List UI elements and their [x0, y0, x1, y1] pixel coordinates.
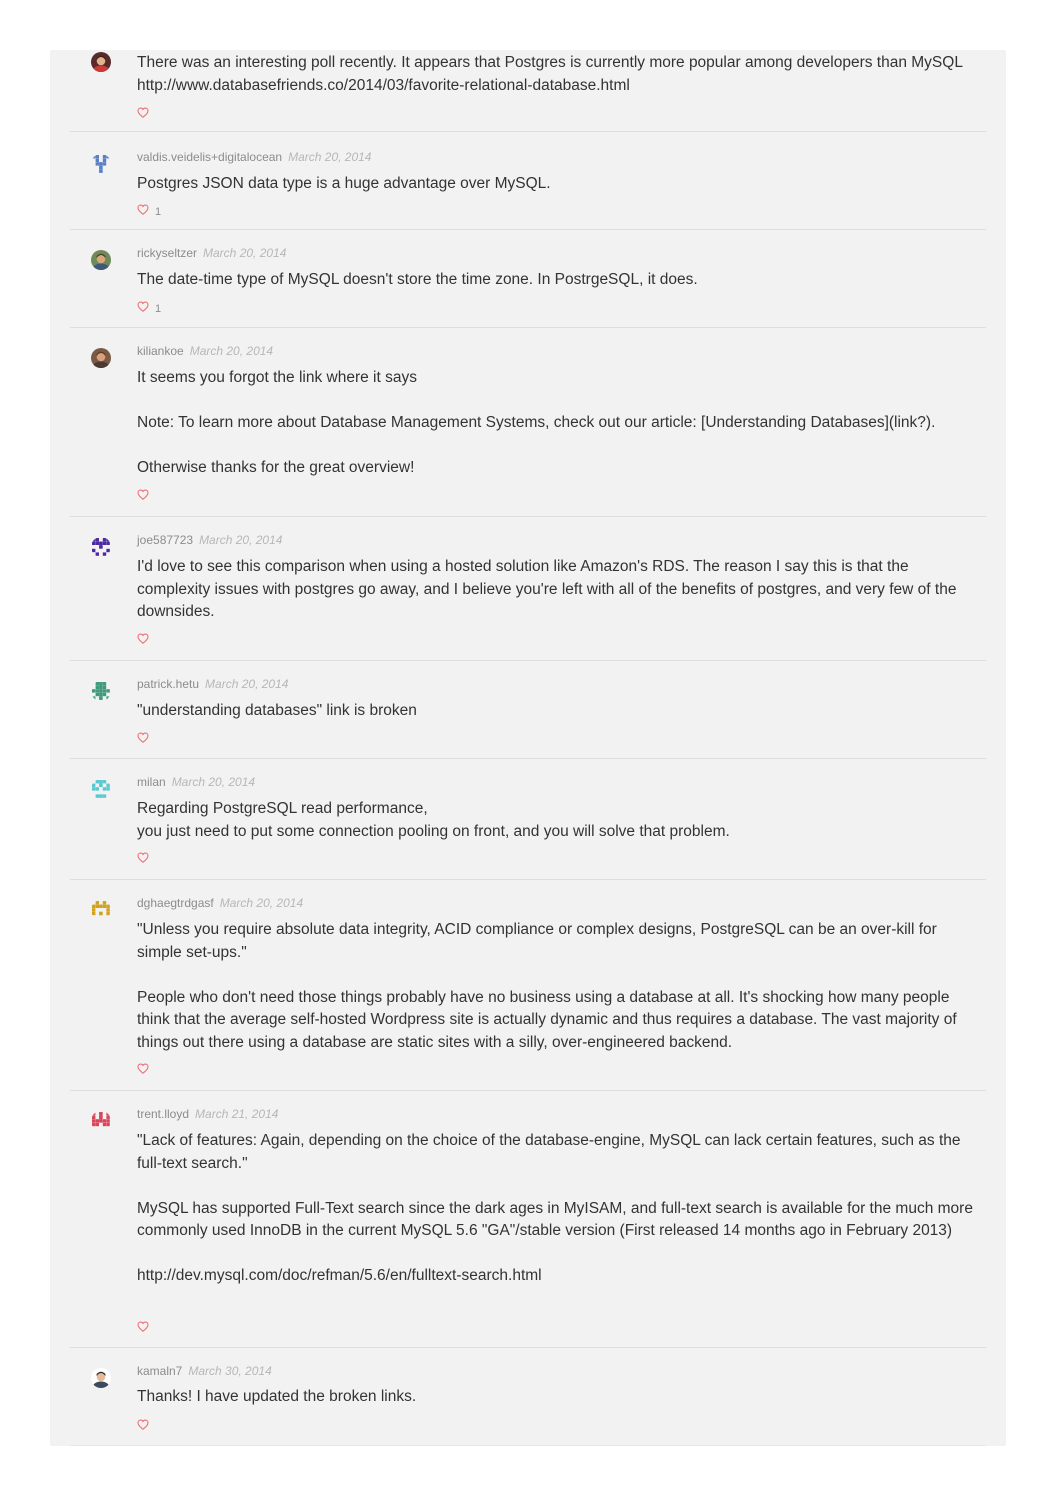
comment-paragraph: "Lack of features: Again, depending on t…	[137, 1132, 965, 1172]
comment-paragraph: Otherwise thanks for the great overview!	[137, 459, 415, 476]
comment-item: dghaegtrdgasf March 20, 2014 "Unless you r…	[70, 880, 986, 1091]
comment-item: kiliankoe March 20, 2014 It seems you forg…	[70, 328, 986, 517]
comment-meta: dghaegtrdgasf March 20, 2014	[137, 895, 303, 911]
like-button[interactable]	[137, 107, 149, 121]
comment-paragraph: "understanding databases" link is broken	[137, 702, 417, 719]
like-button[interactable]: 1	[137, 301, 161, 315]
comment-body: Thanks! I have updated the broken links.	[137, 1386, 977, 1409]
comment-item: milan March 20, 2014 Regarding PostgreSQL …	[70, 759, 986, 880]
comment-body: It seems you forgot the link where it sa…	[137, 367, 977, 480]
comment-author[interactable]: rickyseltzer	[137, 246, 197, 260]
comment-date[interactable]: March 20, 2014	[288, 150, 371, 164]
like-button[interactable]	[137, 1321, 149, 1335]
comment-item: There was an interesting poll recently. …	[70, 50, 986, 132]
photo-avatar-outdoor-icon[interactable]	[91, 250, 111, 270]
like-count: 1	[155, 302, 162, 315]
heart-icon[interactable]	[137, 1419, 149, 1434]
comment-paragraph: Note: To learn more about Database Manag…	[137, 414, 936, 431]
identicon-green-icon[interactable]	[91, 681, 111, 701]
comment-paragraph: Regarding PostgreSQL read performance, y…	[137, 800, 730, 840]
like-button[interactable]	[137, 1419, 149, 1433]
comment-date[interactable]: March 20, 2014	[190, 344, 273, 358]
comment-author[interactable]: milan	[137, 775, 166, 789]
like-button[interactable]	[137, 633, 149, 647]
comment-body: The date-time type of MySQL doesn't stor…	[137, 269, 977, 292]
heart-icon[interactable]	[137, 633, 149, 648]
comment-paragraph: "Unless you require absolute data integr…	[137, 921, 942, 961]
heart-icon[interactable]	[137, 489, 149, 504]
comment-meta: patrick.hetu March 20, 2014	[137, 676, 288, 692]
comment-paragraph: People who don't need those things proba…	[137, 988, 961, 1051]
comment-body: "Lack of features: Again, depending on t…	[137, 1130, 977, 1288]
heart-icon[interactable]	[137, 852, 149, 867]
comment-author[interactable]: patrick.hetu	[137, 677, 199, 691]
comment-body: Postgres JSON data type is a huge advant…	[137, 173, 977, 196]
like-button[interactable]: 1	[137, 204, 161, 218]
comment-body: "Unless you require absolute data integr…	[137, 919, 977, 1054]
comment-item: rickyseltzer March 20, 2014 The date-time …	[70, 230, 986, 328]
comment-item: valdis.veidelis+digitalocean March 20, 20…	[70, 132, 986, 230]
comment-body: I'd love to see this comparison when usi…	[137, 556, 977, 624]
identicon-purple-icon[interactable]	[91, 537, 111, 557]
comment-paragraph: There was an interesting poll recently. …	[137, 54, 967, 94]
comment-paragraph: The date-time type of MySQL doesn't stor…	[137, 271, 698, 288]
heart-icon[interactable]	[137, 1321, 149, 1336]
heart-icon[interactable]	[137, 107, 149, 122]
heart-icon[interactable]	[137, 204, 149, 219]
like-button[interactable]	[137, 1063, 149, 1077]
photo-avatar-man-icon[interactable]	[91, 52, 111, 72]
identicon-gold-icon[interactable]	[91, 900, 111, 920]
like-button[interactable]	[137, 732, 149, 746]
comment-item: trent.lloyd March 21, 2014 "Lack of featur…	[70, 1091, 986, 1348]
identicon-blue-icon[interactable]	[91, 154, 111, 174]
comment-body: "understanding databases" link is broken	[137, 700, 977, 723]
comment-item: joe587723 March 20, 2014 I'd love to see t…	[70, 517, 986, 661]
like-button[interactable]	[137, 852, 149, 866]
comment-author[interactable]: dghaegtrdgasf	[137, 896, 214, 910]
comment-date[interactable]: March 20, 2014	[205, 677, 288, 691]
comment-date[interactable]: March 20, 2014	[172, 775, 255, 789]
identicon-red-icon[interactable]	[91, 1111, 111, 1131]
comment-paragraph: Postgres JSON data type is a huge advant…	[137, 175, 551, 192]
comment-item: kamaln7 March 30, 2014 Thanks! I have upda…	[70, 1348, 986, 1446]
comment-body: There was an interesting poll recently. …	[137, 52, 977, 97]
comment-date[interactable]: March 30, 2014	[188, 1364, 271, 1378]
comment-paragraph: http://dev.mysql.com/doc/refman/5.6/en/f…	[137, 1267, 542, 1284]
comment-item: patrick.hetu March 20, 2014 "understanding…	[70, 661, 986, 759]
comment-meta: kamaln7 March 30, 2014	[137, 1363, 272, 1379]
comment-body: Regarding PostgreSQL read performance, y…	[137, 798, 977, 843]
comment-meta: joe587723 March 20, 2014	[137, 532, 282, 548]
heart-icon[interactable]	[137, 301, 149, 316]
comment-meta: rickyseltzer March 20, 2014	[137, 245, 286, 261]
comment-paragraph: MySQL has supported Full-Text search sin…	[137, 1199, 978, 1240]
comment-date[interactable]: March 20, 2014	[199, 533, 282, 547]
comment-author[interactable]: joe587723	[137, 533, 193, 547]
comment-author[interactable]: valdis.veidelis+digitalocean	[137, 150, 282, 164]
comment-paragraph: Thanks! I have updated the broken links.	[137, 1388, 417, 1405]
comment-paragraph: I'd love to see this comparison when usi…	[137, 558, 961, 620]
comment-date[interactable]: March 20, 2014	[203, 246, 286, 260]
comment-meta: trent.lloyd March 21, 2014	[137, 1106, 278, 1122]
heart-icon[interactable]	[137, 1063, 149, 1078]
comment-meta: milan March 20, 2014	[137, 774, 255, 790]
like-button[interactable]	[137, 489, 149, 503]
comment-date[interactable]: March 21, 2014	[195, 1107, 278, 1121]
photo-avatar-brown-icon[interactable]	[91, 348, 111, 368]
like-count: 1	[155, 205, 162, 218]
identicon-cyan-icon[interactable]	[91, 779, 111, 799]
photo-avatar-person-icon[interactable]	[91, 1368, 111, 1388]
comment-meta: valdis.veidelis+digitalocean March 20, 20…	[137, 149, 371, 165]
comments-panel: There was an interesting poll recently. …	[50, 50, 1006, 1446]
comment-meta: kiliankoe March 20, 2014	[137, 343, 273, 359]
comment-paragraph: It seems you forgot the link where it sa…	[137, 369, 417, 386]
heart-icon[interactable]	[137, 732, 149, 747]
comment-author[interactable]: kiliankoe	[137, 344, 184, 358]
comment-author[interactable]: trent.lloyd	[137, 1107, 189, 1121]
comment-author[interactable]: kamaln7	[137, 1364, 182, 1378]
comment-date[interactable]: March 20, 2014	[220, 896, 303, 910]
